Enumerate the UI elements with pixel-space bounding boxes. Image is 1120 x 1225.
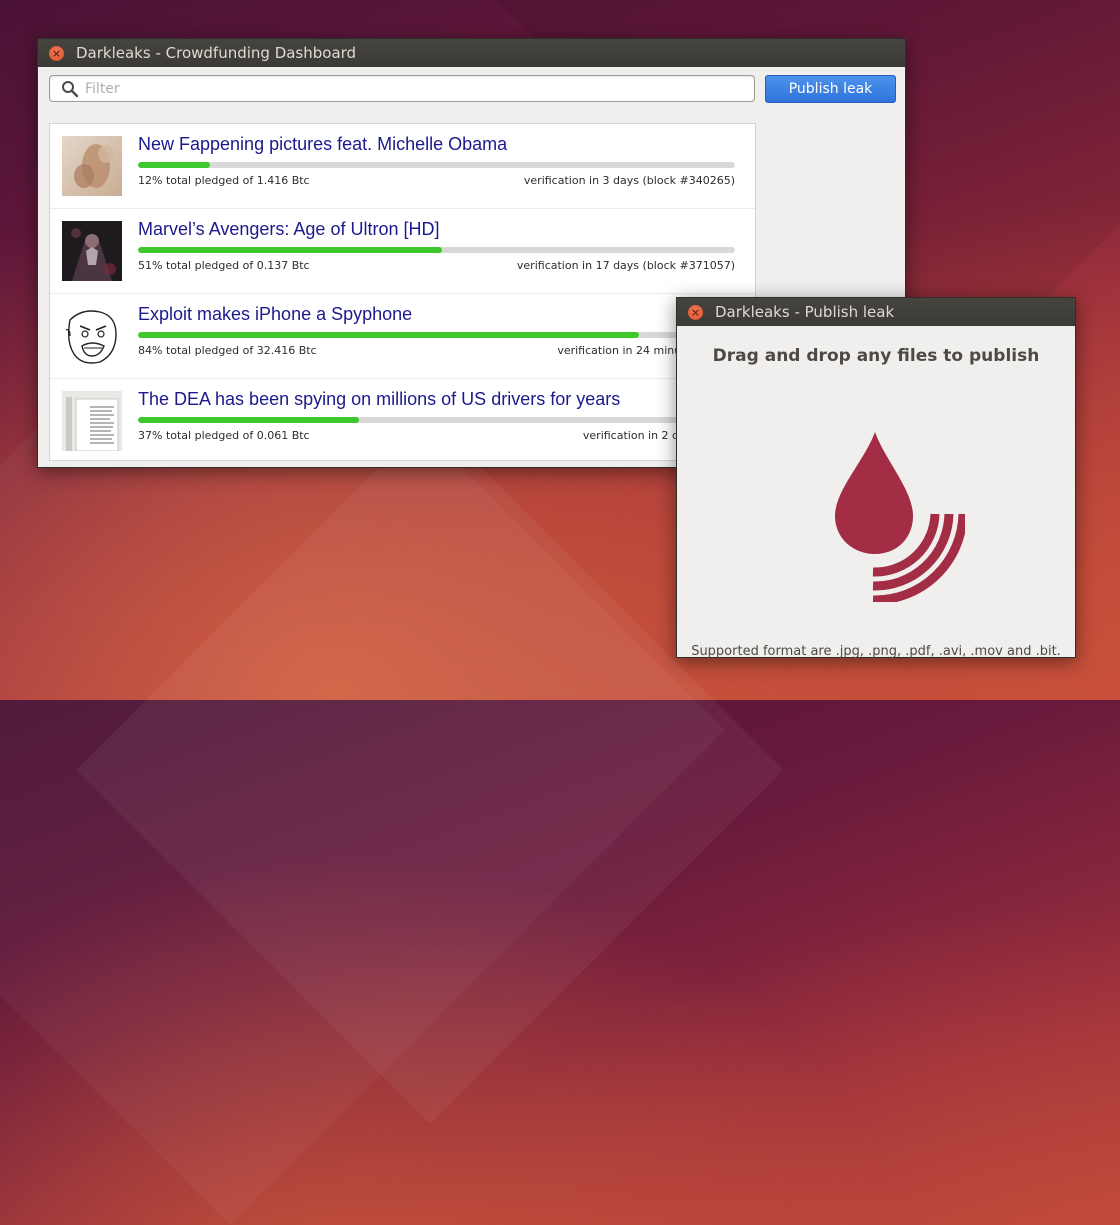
filter-input[interactable] — [85, 80, 685, 97]
rage-face-thumbnail — [62, 306, 122, 366]
leak-item[interactable]: The DEA has been spying on millions of U… — [50, 379, 755, 460]
photo-thumbnail — [62, 136, 122, 196]
leak-item[interactable]: New Fappening pictures feat. Michelle Ob… — [50, 124, 755, 209]
pledge-progress-bar — [138, 332, 735, 338]
window-title: Darkleaks - Crowdfunding Dashboard — [76, 44, 357, 62]
filter-field[interactable] — [49, 75, 755, 102]
verification-text: verification in 17 days (block #371057) — [516, 259, 735, 272]
publish-titlebar[interactable]: × Darkleaks - Publish leak — [677, 298, 1075, 326]
leak-title[interactable]: Exploit makes iPhone a Spyphone — [138, 304, 412, 325]
leak-item[interactable]: Exploit makes iPhone a Spyphone 84% tota… — [50, 294, 755, 379]
drop-zone[interactable]: Drag and drop any files to publish Suppo… — [677, 326, 1075, 659]
leak-item[interactable]: Marvel’s Avengers: Age of Ultron [HD] 51… — [50, 209, 755, 294]
pledged-text: 51% total pledged of 0.137 Btc — [138, 259, 310, 272]
publish-dialog: × Darkleaks - Publish leak Drag and drop… — [676, 297, 1076, 659]
publish-leak-button[interactable]: Publish leak — [765, 75, 896, 103]
search-icon — [62, 80, 79, 97]
dialog-title: Darkleaks - Publish leak — [715, 303, 895, 321]
pledged-text: 12% total pledged of 1.416 Btc — [138, 174, 310, 187]
pledge-progress-bar — [138, 162, 735, 168]
close-icon[interactable]: × — [688, 304, 703, 320]
pledge-progress-bar — [138, 417, 735, 423]
pledged-text: 84% total pledged of 32.416 Btc — [138, 344, 317, 357]
verification-text: verification in 3 days (block #340265) — [523, 174, 735, 187]
movie-poster-thumbnail — [62, 221, 122, 281]
document-thumbnail — [62, 391, 122, 451]
leak-title[interactable]: The DEA has been spying on millions of U… — [138, 389, 620, 410]
progress-fill — [138, 162, 210, 168]
progress-fill — [138, 247, 443, 253]
pledge-progress-bar — [138, 247, 735, 253]
drop-heading: Drag and drop any files to publish — [712, 346, 1040, 366]
droplet-wave-icon — [835, 432, 965, 602]
dashboard-titlebar[interactable]: × Darkleaks - Crowdfunding Dashboard — [38, 39, 905, 67]
progress-fill — [138, 417, 359, 423]
leak-list[interactable]: New Fappening pictures feat. Michelle Ob… — [49, 123, 756, 461]
close-icon[interactable]: × — [49, 45, 64, 61]
supported-formats-note: Supported format are .jpg, .png, .pdf, .… — [691, 644, 1061, 659]
progress-fill — [138, 332, 640, 338]
leak-title[interactable]: Marvel’s Avengers: Age of Ultron [HD] — [138, 219, 439, 240]
pledged-text: 37% total pledged of 0.061 Btc — [138, 429, 310, 442]
leak-title[interactable]: New Fappening pictures feat. Michelle Ob… — [138, 134, 507, 155]
